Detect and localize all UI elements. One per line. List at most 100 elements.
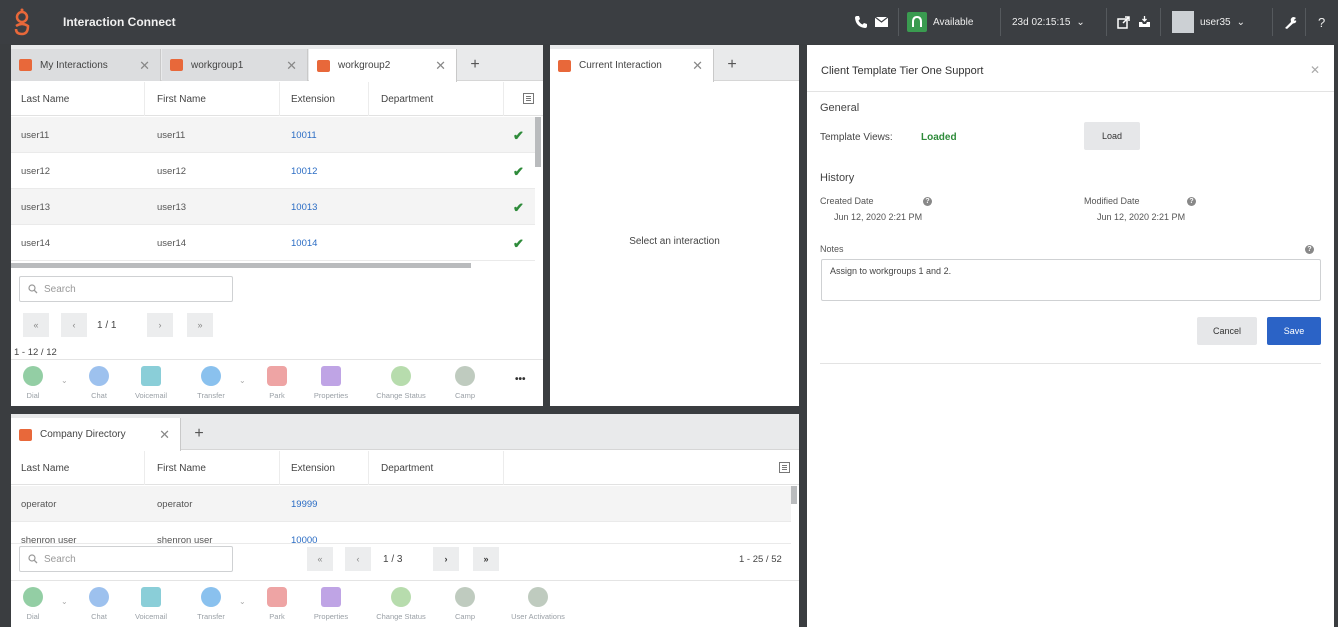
tool-label: Change Status [376,612,426,621]
help-icon[interactable]: ? [1187,197,1196,206]
camp-button[interactable]: Camp [443,366,487,400]
add-tab-button[interactable]: + [183,418,215,450]
transfer-button[interactable]: Transfer [189,366,233,400]
column-header[interactable]: First Name [157,463,206,474]
mail-icon[interactable] [875,0,888,44]
panel-title: Client Template Tier One Support [821,65,984,77]
dial-button[interactable]: Dial [11,366,55,400]
chevron-down-icon[interactable]: ⌄ [61,376,68,385]
notes-textarea[interactable]: Assign to workgroups 1 and 2. [821,259,1321,301]
save-button[interactable]: Save [1267,317,1321,345]
cell-extension[interactable]: 10011 [291,130,317,141]
external-link-icon[interactable] [1117,0,1130,44]
next-page-button[interactable]: › [147,313,173,337]
camp-button[interactable]: Camp [443,587,487,621]
tab-company-directory[interactable]: Company Directory ✕ [11,418,181,451]
search-placeholder: Search [44,553,76,565]
user-menu[interactable]: user35 ⌄ [1172,0,1245,44]
voicemail-button[interactable]: Voicemail [129,366,173,400]
transfer-button[interactable]: Transfer [189,587,233,621]
table-row[interactable]: user12 user12 10012 ✔ [11,153,535,189]
cell-last-name: operator [21,499,57,510]
properties-icon [321,587,341,607]
chat-button[interactable]: Chat [77,587,121,621]
user-activations-icon [528,587,548,607]
load-button[interactable]: Load [1084,122,1140,150]
chevron-down-icon[interactable]: ⌄ [239,376,246,385]
first-page-button[interactable]: « [307,547,333,571]
properties-button[interactable]: Properties [309,587,353,621]
tab-label: workgroup1 [191,59,244,71]
change-status-icon [391,366,411,386]
change-status-button[interactable]: Change Status [376,587,426,621]
tab-current-interaction[interactable]: Current Interaction ✕ [550,49,714,82]
next-page-button[interactable]: › [433,547,459,571]
last-page-button[interactable]: » [473,547,499,571]
chevron-down-icon[interactable]: ⌄ [61,597,68,606]
search-input[interactable]: Search [19,546,233,572]
vertical-scrollbar[interactable] [791,486,797,504]
park-button[interactable]: Park [255,587,299,621]
inbox-icon[interactable] [1138,0,1151,44]
phone-icon[interactable] [854,0,868,44]
cell-extension[interactable]: 10013 [291,202,317,213]
cancel-button[interactable]: Cancel [1197,317,1257,345]
tab-workgroup2[interactable]: workgroup2 ✕ [309,49,457,82]
column-header[interactable]: Last Name [21,463,69,474]
cell-extension[interactable]: 10000 [291,535,317,543]
status-selector[interactable]: Available [907,0,973,44]
wrench-icon[interactable] [1284,0,1297,44]
vertical-scrollbar[interactable] [535,117,541,167]
table-row[interactable]: shenron user shenron user 10000 [11,522,791,544]
cell-extension[interactable]: 10014 [291,238,317,249]
change-status-button[interactable]: Change Status [376,366,426,400]
help-icon[interactable]: ? [923,197,932,206]
help-icon[interactable]: ? [1305,245,1314,254]
prev-page-button[interactable]: ‹ [345,547,371,571]
page-indicator: 1 / 1 [97,320,117,331]
chat-button[interactable]: Chat [77,366,121,400]
first-page-button[interactable]: « [23,313,49,337]
add-tab-button[interactable]: + [716,49,748,81]
grid-header: Last Name First Name Extension Departmen… [11,82,543,116]
table-row[interactable]: user11 user11 10011 ✔ [11,117,535,153]
user-activations-button[interactable]: User Activations [507,587,569,621]
prev-page-button[interactable]: ‹ [61,313,87,337]
column-picker-icon[interactable] [523,93,534,104]
cell-extension[interactable]: 10012 [291,166,317,177]
close-icon[interactable]: ✕ [159,427,170,443]
help-icon[interactable]: ? [1318,0,1325,44]
cell-extension[interactable]: 19999 [291,499,317,510]
close-icon[interactable]: ✕ [139,58,150,74]
column-header[interactable]: Extension [291,463,335,474]
search-input[interactable]: Search [19,276,233,302]
properties-button[interactable]: Properties [309,366,353,400]
chevron-down-icon[interactable]: ⌄ [239,597,246,606]
park-button[interactable]: Park [255,366,299,400]
close-icon[interactable]: ✕ [435,58,446,74]
voicemail-button[interactable]: Voicemail [129,587,173,621]
table-row[interactable]: user14 user14 10014 ✔ [11,225,535,261]
tool-label: Park [269,612,285,621]
column-header[interactable]: First Name [157,94,206,105]
tab-my-interactions[interactable]: My Interactions ✕ [11,49,161,81]
column-header[interactable]: Department [381,463,433,474]
close-icon[interactable]: ✕ [286,58,297,74]
table-row[interactable]: user13 user13 10013 ✔ [11,189,535,225]
horizontal-scrollbar[interactable] [11,263,471,268]
session-timer[interactable]: 23d 02:15:15 ⌄ [1012,0,1085,44]
more-icon[interactable]: ••• [515,374,526,385]
workgroup-icon [170,59,183,71]
table-row[interactable]: operator operator 19999 [11,486,791,522]
column-header[interactable]: Department [381,94,433,105]
tool-label: Transfer [197,391,225,400]
column-picker-icon[interactable] [779,462,790,473]
close-icon[interactable]: ✕ [1310,63,1320,77]
add-tab-button[interactable]: + [459,49,491,81]
column-header[interactable]: Last Name [21,94,69,105]
close-icon[interactable]: ✕ [692,58,703,74]
column-header[interactable]: Extension [291,94,335,105]
dial-button[interactable]: Dial [11,587,55,621]
last-page-button[interactable]: » [187,313,213,337]
tab-workgroup1[interactable]: workgroup1 ✕ [162,49,308,81]
